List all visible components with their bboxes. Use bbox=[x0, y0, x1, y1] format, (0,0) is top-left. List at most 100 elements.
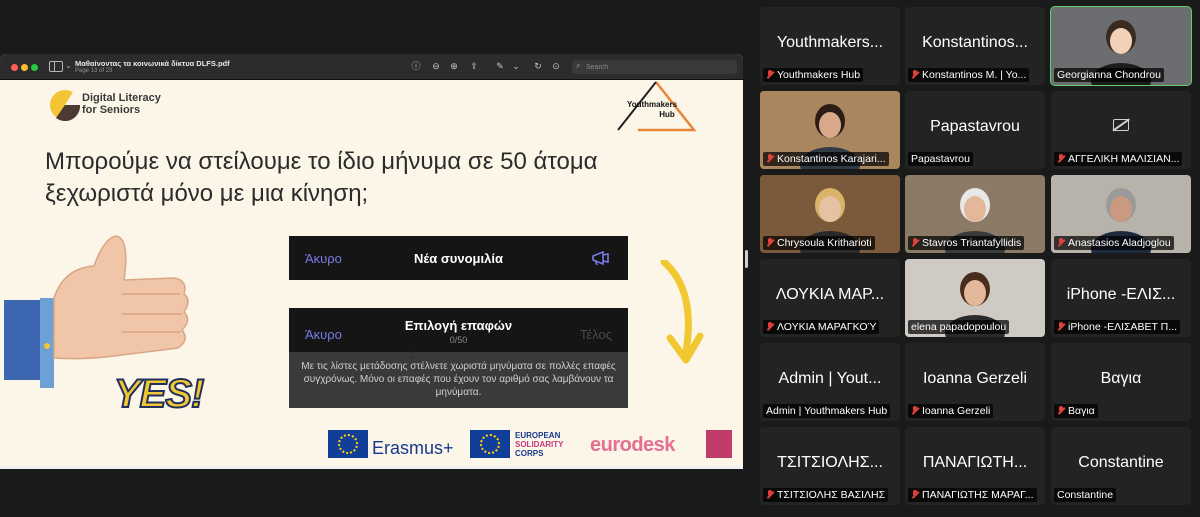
participant-name: ΑΓΓΕΛΙΚΗ ΜΑΛΙΣΙΑΝ... bbox=[1068, 153, 1180, 165]
split-view-drag-handle[interactable] bbox=[745, 250, 748, 268]
participant-name: Konstantinos M. | Yo... bbox=[922, 69, 1027, 81]
participant-name: iPhone -ΕΛΙΣΑΒΕΤ Π... bbox=[1068, 321, 1178, 333]
participant-tile[interactable]: Georgianna Chondrou bbox=[1050, 6, 1192, 86]
muted-mic-icon bbox=[1057, 154, 1065, 163]
info-icon[interactable]: ⓘ bbox=[410, 60, 422, 72]
participant-display-name: Ioanna Gerzeli bbox=[922, 370, 1028, 387]
megaphone-icon[interactable] bbox=[591, 250, 611, 266]
sidebar-toggle-icon[interactable] bbox=[49, 61, 63, 72]
yes-text: YES! bbox=[113, 371, 205, 417]
participant-name: Konstantinos Karajari... bbox=[777, 153, 886, 165]
participant-display-name: ΛΟΥΚΙΑ ΜΑΡ... bbox=[775, 286, 885, 303]
participant-tile[interactable]: elena papadopoulou bbox=[905, 259, 1045, 337]
participant-display-name: Constantine bbox=[1078, 454, 1164, 471]
participant-tile[interactable]: Konstantinos Karajari... bbox=[760, 91, 900, 169]
participant-name: Youthmakers Hub bbox=[777, 69, 861, 81]
new-chat-title: Νέα συνομιλία bbox=[414, 251, 503, 266]
participant-tile[interactable]: Βαγια Βαγια bbox=[1051, 343, 1191, 421]
muted-mic-icon bbox=[766, 70, 774, 79]
eu-flag-icon bbox=[328, 430, 368, 458]
participant-name: ΠΑΝΑΓΙΩΤΗΣ ΜΑΡΑΓ... bbox=[922, 489, 1034, 501]
close-window-button[interactable] bbox=[11, 64, 18, 71]
participant-tile[interactable]: ΑΓΓΕΛΙΚΗ ΜΑΛΙΣΙΑΝ... bbox=[1051, 91, 1191, 169]
participant-tile[interactable]: ΛΟΥΚΙΑ ΜΑΡ... ΛΟΥΚΙΑ ΜΑΡΑΓΚΟΎ bbox=[760, 259, 900, 337]
page-indicator: Page 13 of 23 bbox=[75, 68, 113, 74]
participant-tile[interactable]: Chrysoula Kritharioti bbox=[760, 175, 900, 253]
participant-display-name: Youthmakers... bbox=[776, 34, 884, 51]
participant-name-label: Konstantinos M. | Yo... bbox=[908, 68, 1030, 82]
participant-tile[interactable]: Constantine Constantine bbox=[1051, 427, 1191, 505]
participant-display-name: iPhone -ΕΛΙΣ... bbox=[1066, 286, 1176, 303]
zoom-window-button[interactable] bbox=[31, 64, 38, 71]
esc-logo: EUROPEAN SOLIDARITY CORPS bbox=[515, 431, 564, 458]
participant-name-label: Anastasios Aladjoglou bbox=[1054, 236, 1174, 250]
youthmakers-logo-text: Youthmakers Hub bbox=[626, 100, 678, 119]
participant-name: Stavros Triantafyllidis bbox=[922, 237, 1022, 249]
document-title: Μαθαίνοντας τα κοινωνικά δίκτυα DLFS.pdf bbox=[75, 59, 230, 68]
annotate-icon[interactable]: ⊙ bbox=[550, 60, 562, 72]
search-icon: ⌕ bbox=[576, 61, 581, 70]
markup-pen-icon[interactable]: ✎ bbox=[494, 60, 506, 72]
participant-tile[interactable]: Ioanna Gerzeli Ioanna Gerzeli bbox=[905, 343, 1045, 421]
share-icon[interactable]: ⇪ bbox=[468, 60, 480, 72]
participant-name-label: Youthmakers Hub bbox=[763, 68, 864, 82]
participant-display-name: ΤΣΙΤΣΙΟΛΗΣ... bbox=[777, 454, 883, 471]
muted-mic-icon bbox=[766, 154, 774, 163]
eu-flag-icon bbox=[470, 430, 510, 458]
participant-name-label: elena papadopoulou bbox=[908, 320, 1010, 334]
broadcast-info-text: Με τις λίστες μετάδοσης στέλνετε χωριστά… bbox=[289, 352, 628, 408]
participant-name: elena papadopoulou bbox=[911, 321, 1007, 333]
done-button[interactable]: Τέλος bbox=[580, 327, 612, 342]
participant-display-name: ΠΑΝΑΓΙΩΤΗ... bbox=[922, 454, 1028, 471]
ministry-logo-icon bbox=[706, 430, 732, 458]
participant-name: ΛΟΥΚΙΑ ΜΑΡΑΓΚΟΎ bbox=[777, 321, 877, 333]
participant-name: Papastavrou bbox=[911, 153, 970, 165]
participant-name-label: Ioanna Gerzeli bbox=[908, 404, 994, 418]
zoom-in-icon[interactable]: ⊕ bbox=[448, 60, 460, 72]
thumbs-up-illustration bbox=[4, 235, 189, 388]
participant-tile[interactable]: Anastasios Aladjoglou bbox=[1051, 175, 1191, 253]
select-contacts-bar: Άκυρο Επιλογή επαφών 0/50 Τέλος bbox=[289, 308, 628, 352]
participant-name-label: iPhone -ΕΛΙΣΑΒΕΤ Π... bbox=[1054, 320, 1181, 334]
participant-display-name: Konstantinos... bbox=[922, 34, 1028, 51]
pdf-page: Digital Literacy for Seniors Youthmakers… bbox=[4, 80, 739, 466]
erasmus-logo: Erasmus+ bbox=[372, 438, 454, 458]
camera-off-icon bbox=[1113, 119, 1129, 131]
participant-tile[interactable]: Papastavrou Papastavrou bbox=[905, 91, 1045, 169]
digital-literacy-logo-icon bbox=[50, 90, 81, 122]
zoom-meeting-window: ⌄ Μαθαίνοντας τα κοινωνικά δίκτυα DLFS.p… bbox=[0, 0, 1200, 517]
search-input[interactable] bbox=[586, 61, 731, 73]
participant-tile[interactable]: iPhone -ΕΛΙΣ... iPhone -ΕΛΙΣΑΒΕΤ Π... bbox=[1051, 259, 1191, 337]
participant-name-label: ΠΑΝΑΓΙΩΤΗΣ ΜΑΡΑΓ... bbox=[908, 488, 1037, 502]
participant-name: ΤΣΙΤΣΙΟΛΗΣ ΒΑΣΙΛΗΣ bbox=[777, 489, 886, 501]
participant-name: Constantine bbox=[1057, 489, 1114, 501]
participant-name-label: Admin | Youthmakers Hub bbox=[763, 404, 891, 418]
muted-mic-icon bbox=[1057, 238, 1065, 247]
selection-count: 0/50 bbox=[449, 335, 468, 345]
participant-tile[interactable]: Konstantinos... Konstantinos M. | Yo... bbox=[905, 7, 1045, 85]
participant-tile[interactable]: ΠΑΝΑΓΙΩΤΗ... ΠΑΝΑΓΙΩΤΗΣ ΜΑΡΑΓ... bbox=[905, 427, 1045, 505]
participant-name-label: Konstantinos Karajari... bbox=[763, 152, 889, 166]
participant-display-name: Βαγια bbox=[1100, 370, 1142, 387]
participant-tile[interactable]: Admin | Yout... Admin | Youthmakers Hub bbox=[760, 343, 900, 421]
participant-name-label: Stavros Triantafyllidis bbox=[908, 236, 1025, 250]
minimize-window-button[interactable] bbox=[21, 64, 28, 71]
muted-mic-icon bbox=[766, 490, 774, 499]
participant-name-label: ΛΟΥΚΙΑ ΜΑΡΑΓΚΟΎ bbox=[763, 320, 880, 334]
participant-tile[interactable]: Stavros Triantafyllidis bbox=[905, 175, 1045, 253]
muted-mic-icon bbox=[766, 238, 774, 247]
participant-tile[interactable]: ΤΣΙΤΣΙΟΛΗΣ... ΤΣΙΤΣΙΟΛΗΣ ΒΑΣΙΛΗΣ bbox=[760, 427, 900, 505]
participant-name-label: ΤΣΙΤΣΙΟΛΗΣ ΒΑΣΙΛΗΣ bbox=[763, 488, 889, 502]
chevron-down-icon[interactable]: ⌄ bbox=[510, 60, 522, 72]
muted-mic-icon bbox=[911, 238, 919, 247]
zoom-out-icon[interactable]: ⊖ bbox=[430, 60, 442, 72]
search-field[interactable]: ⌕ bbox=[572, 60, 737, 74]
participant-name: Georgianna Chondrou bbox=[1057, 69, 1161, 81]
digital-literacy-logo-text: Digital Literacy for Seniors bbox=[82, 92, 161, 116]
muted-mic-icon bbox=[911, 406, 919, 415]
rotate-icon[interactable]: ↻ bbox=[532, 60, 544, 72]
chevron-down-icon[interactable]: ⌄ bbox=[65, 61, 72, 70]
participant-display-name: Admin | Yout... bbox=[778, 370, 882, 387]
participant-display-name: Papastavrou bbox=[930, 118, 1020, 135]
participant-tile[interactable]: Youthmakers... Youthmakers Hub bbox=[760, 7, 900, 85]
